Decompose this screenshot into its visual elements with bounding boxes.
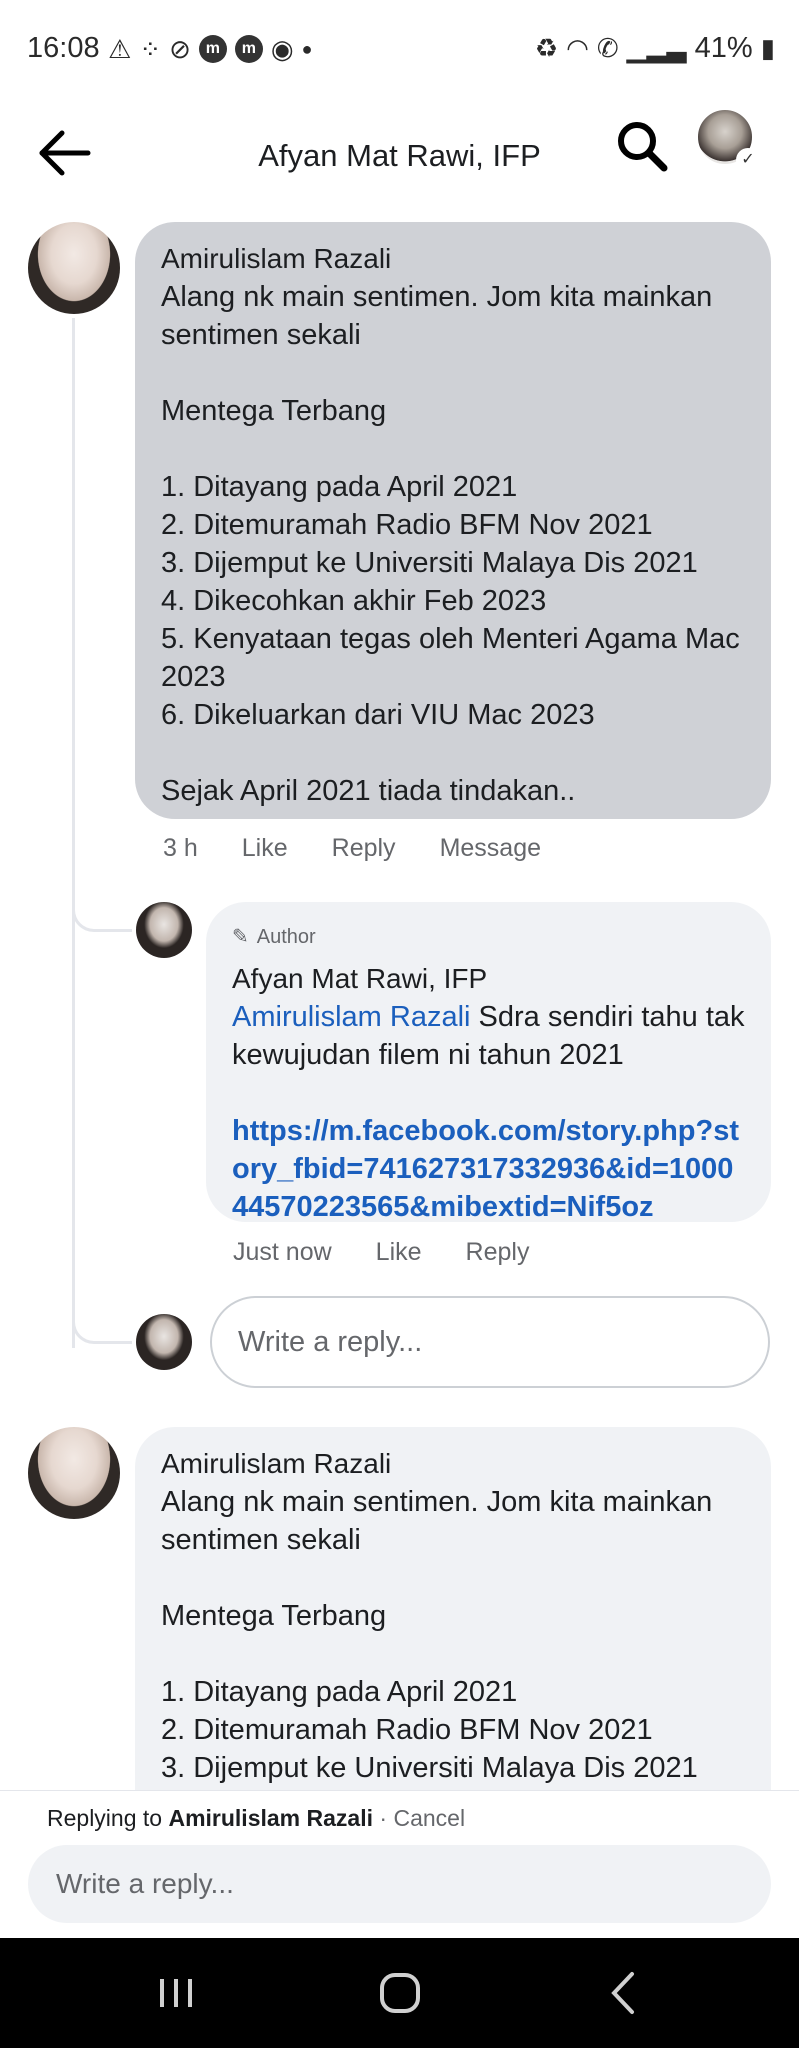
status-bar: 16:08 ⚠ ⁘ ⊘ m m ◉ ● ♻ ◠ ✆ ▁▂▃ 41% ▮ xyxy=(0,0,799,100)
comment-text: Alang nk main sentimen. Jom kita mainkan… xyxy=(161,281,740,807)
replying-to-label: Replying to Amirulislam Razali · Cancel xyxy=(47,1805,465,1832)
pencil-icon: ✎ xyxy=(232,926,249,948)
notification-icons: ⚠ ⁘ ⊘ m m ◉ ● xyxy=(108,34,312,64)
search-button[interactable] xyxy=(612,116,672,176)
reply-actions: Just now Like Reply xyxy=(233,1238,529,1267)
reply-input[interactable]: Write a reply... xyxy=(210,1296,770,1388)
no-sync-icon: ⊘ xyxy=(169,34,191,64)
message-button[interactable]: Message xyxy=(440,834,541,863)
thread-branch xyxy=(72,902,132,932)
replying-prefix: Replying to xyxy=(47,1805,169,1831)
replying-name: Amirulislam Razali xyxy=(168,1805,373,1831)
search-icon xyxy=(618,122,668,172)
navigation-bar xyxy=(0,1938,799,2048)
check-icon: ✓ xyxy=(736,148,760,172)
system-icons: ♻ ◠ ✆ ▁▂▃ 41% ▮ xyxy=(535,32,775,65)
comment-bubble: Amirulislam Razali Alang nk main sentime… xyxy=(135,1427,771,1827)
mention-link[interactable]: Amirulislam Razali xyxy=(232,1001,471,1033)
m-icon: m xyxy=(234,35,263,63)
recent-apps-icon xyxy=(160,1979,192,2007)
thread-branch xyxy=(72,1312,132,1344)
home-icon xyxy=(380,1973,420,2013)
comment-text: Alang nk main sentimen. Jom kita mainkan… xyxy=(161,1486,713,1784)
page-title: Afyan Mat Rawi, IFP xyxy=(258,138,541,173)
comment-actions: 3 h Like Reply Message xyxy=(163,834,541,863)
like-button[interactable]: Like xyxy=(242,834,288,863)
commenter-avatar[interactable] xyxy=(28,222,120,314)
author-badge-label: Author xyxy=(256,926,316,948)
battery-percent: 41% xyxy=(694,32,753,64)
comment-time: 3 h xyxy=(163,834,198,862)
messenger-icon: ◉ xyxy=(270,34,294,64)
separator: · xyxy=(373,1805,394,1831)
reply-bubble: ✎ Author Afyan Mat Rawi, IFP Amirulislam… xyxy=(206,902,771,1223)
signal-icon: ▁▂▃ xyxy=(626,33,687,63)
reply-time: Just now xyxy=(233,1238,332,1266)
comment-author[interactable]: Amirulislam Razali xyxy=(161,240,745,278)
my-avatar xyxy=(136,1314,192,1370)
thread-line xyxy=(72,318,75,1348)
m-icon: m xyxy=(198,35,227,63)
status-time: 16:08 xyxy=(27,32,100,64)
battery-icon: ▮ xyxy=(760,33,775,63)
warning-icon: ⚠ xyxy=(108,34,132,64)
back-nav-button[interactable] xyxy=(594,1968,654,2018)
wifi-icon: ◠ xyxy=(566,33,589,63)
reply-composer: Replying to Amirulislam Razali · Cancel … xyxy=(0,1790,799,1938)
story-link[interactable]: https://m.facebook.com/story.php?story_f… xyxy=(232,1115,739,1223)
dot-icon: ● xyxy=(301,39,313,59)
recent-apps-button[interactable] xyxy=(146,1968,206,2018)
grid-icon: ⁘ xyxy=(139,34,162,64)
reply-button[interactable]: Reply xyxy=(332,834,396,863)
call-icon: ✆ xyxy=(596,33,619,63)
like-button[interactable]: Like xyxy=(376,1238,422,1267)
author-badge: ✎ Author xyxy=(232,918,745,956)
comment-author[interactable]: Amirulislam Razali xyxy=(161,1445,745,1483)
cancel-button[interactable]: Cancel xyxy=(393,1805,465,1831)
composer-input[interactable]: Write a reply... xyxy=(28,1845,771,1923)
author-avatar[interactable] xyxy=(136,902,192,958)
chevron-left-icon xyxy=(611,1972,634,2014)
reply-link-paragraph: https://m.facebook.com/story.php?story_f… xyxy=(232,1112,745,1226)
reply-text: Amirulislam Razali Sdra sendiri tahu tak… xyxy=(232,998,745,1074)
commenter-avatar[interactable] xyxy=(28,1427,120,1519)
home-button[interactable] xyxy=(370,1968,430,2018)
reply-author[interactable]: Afyan Mat Rawi, IFP xyxy=(232,960,745,998)
reply-button[interactable]: Reply xyxy=(466,1238,530,1267)
recycle-icon: ♻ xyxy=(534,33,559,63)
header: Afyan Mat Rawi, IFP ✓ xyxy=(0,100,799,210)
comment-bubble: Amirulislam Razali Alang nk main sentime… xyxy=(135,222,771,819)
